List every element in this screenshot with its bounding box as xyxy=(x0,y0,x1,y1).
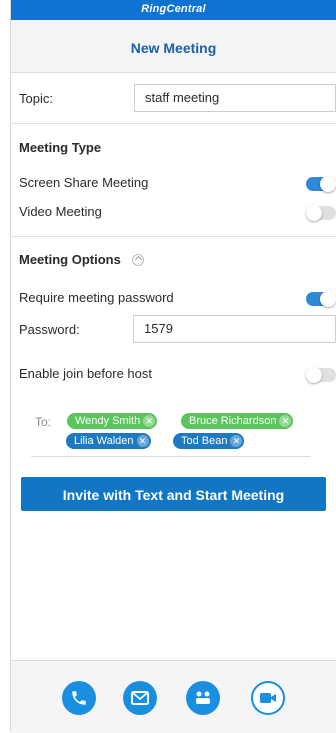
password-input[interactable]: 1579 xyxy=(133,315,336,343)
remove-recipient-icon[interactable]: ✕ xyxy=(143,415,156,427)
recipient-chip[interactable]: Bruce Richardson ✕ xyxy=(181,413,294,429)
join-before-host-toggle[interactable] xyxy=(306,367,336,383)
phone-icon xyxy=(72,691,86,705)
recipients-label: To: xyxy=(35,415,52,429)
password-label: Password: xyxy=(19,322,80,337)
window-left-border xyxy=(0,0,11,732)
recipient-chip[interactable]: Tod Bean ✕ xyxy=(173,433,245,449)
require-password-toggle[interactable] xyxy=(306,291,336,307)
toggle-knob xyxy=(306,367,322,383)
title-bar: New Meeting xyxy=(11,20,336,73)
conference-icon xyxy=(196,691,210,704)
remove-recipient-icon[interactable]: ✕ xyxy=(230,435,243,447)
recipient-chip[interactable]: Lilia Walden ✕ xyxy=(66,433,151,449)
collapse-chevron-icon[interactable] xyxy=(132,254,144,266)
recipient-name: Bruce Richardson xyxy=(189,415,277,427)
page-title: New Meeting xyxy=(130,40,217,56)
video-icon xyxy=(260,693,276,703)
new-meeting-panel: RingCentral New Meeting Topic: staff mee… xyxy=(11,0,336,733)
brand-bar: RingCentral xyxy=(11,0,336,20)
remove-recipient-icon[interactable]: ✕ xyxy=(279,415,292,427)
screen-share-toggle[interactable] xyxy=(306,176,336,192)
brand-logo: RingCentral xyxy=(141,3,206,15)
require-password-label: Require meeting password xyxy=(19,290,174,305)
topic-label: Topic: xyxy=(19,91,53,106)
recipient-name: Lilia Walden xyxy=(74,435,134,447)
recipients-underline xyxy=(31,456,311,457)
topic-input[interactable]: staff meeting xyxy=(134,84,336,112)
meeting-options-heading: Meeting Options xyxy=(19,252,121,267)
message-icon xyxy=(131,691,149,705)
bottom-tab-bar xyxy=(11,660,336,733)
meeting-type-heading: Meeting Type xyxy=(19,140,102,155)
remove-recipient-icon[interactable]: ✕ xyxy=(136,435,149,447)
toggle-knob xyxy=(306,205,322,221)
divider xyxy=(11,123,336,124)
tab-video[interactable] xyxy=(251,681,285,715)
join-before-host-label: Enable join before host xyxy=(19,366,152,381)
recipient-name: Wendy Smith xyxy=(75,415,141,427)
screen-share-label: Screen Share Meeting xyxy=(19,175,149,190)
invite-and-start-button[interactable]: Invite with Text and Start Meeting xyxy=(21,477,326,511)
video-meeting-label: Video Meeting xyxy=(19,204,102,219)
tab-messages[interactable] xyxy=(123,681,157,715)
toggle-knob xyxy=(320,176,336,192)
video-meeting-toggle[interactable] xyxy=(306,205,336,221)
recipient-chip[interactable]: Wendy Smith ✕ xyxy=(67,413,158,429)
toggle-knob xyxy=(320,291,336,307)
recipient-name: Tod Bean xyxy=(181,435,228,447)
tab-phone[interactable] xyxy=(62,681,96,715)
tab-conference[interactable] xyxy=(186,681,220,715)
divider xyxy=(11,236,336,237)
